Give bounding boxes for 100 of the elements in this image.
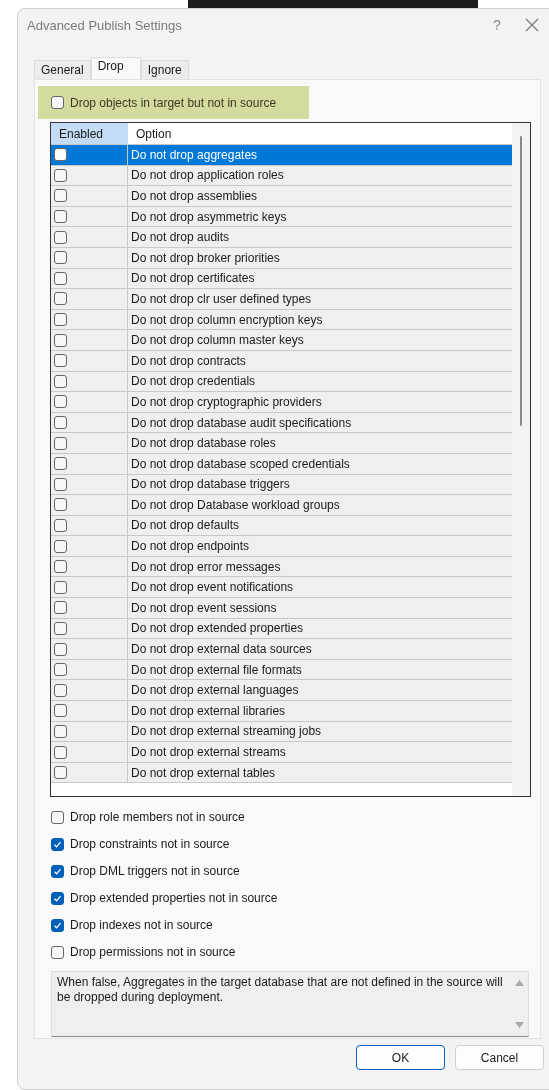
table-row[interactable]: Do not drop database triggers xyxy=(51,474,512,496)
checkbox[interactable] xyxy=(54,683,67,697)
table-row[interactable]: Do not drop application roles xyxy=(51,165,512,187)
table-row[interactable]: Do not drop defaults xyxy=(51,515,512,537)
checkbox[interactable] xyxy=(51,945,64,959)
checkbox[interactable] xyxy=(54,395,67,409)
checkbox[interactable] xyxy=(54,560,67,574)
table-row[interactable]: Do not drop endpoints xyxy=(51,536,512,557)
table-row[interactable]: Do not drop external data sources xyxy=(51,639,512,660)
table-row[interactable]: Do not drop external file formats xyxy=(51,659,512,681)
table-cell-text: Do not drop error messages xyxy=(130,558,282,576)
table-cell-text: Do not drop column master keys xyxy=(130,332,305,350)
checkbox[interactable] xyxy=(54,189,67,203)
checkbox[interactable] xyxy=(54,168,67,182)
table-row[interactable]: Do not drop asymmetric keys xyxy=(51,206,512,228)
table-row[interactable]: Do not drop cryptographic providers xyxy=(51,392,512,413)
table-cell-text: Do not drop external data sources xyxy=(130,641,313,659)
checkbox[interactable] xyxy=(54,621,67,635)
checkbox[interactable] xyxy=(54,642,67,656)
checkbox-label[interactable]: Drop role members not in source xyxy=(70,810,245,824)
checkmark-icon xyxy=(53,920,62,930)
checkbox[interactable] xyxy=(51,96,64,109)
checkbox[interactable] xyxy=(54,292,67,306)
checkmark-icon xyxy=(53,866,62,876)
checkbox-label[interactable]: Drop indexes not in source xyxy=(70,918,213,932)
checkbox[interactable] xyxy=(54,210,67,224)
table-row[interactable]: Do not drop credentials xyxy=(51,371,512,393)
checkbox[interactable] xyxy=(54,539,67,553)
checkbox[interactable] xyxy=(54,416,67,429)
table-cell-text: Do not drop database scoped credentials xyxy=(130,455,351,473)
checkbox[interactable] xyxy=(54,457,67,471)
table-row[interactable]: Do not drop contracts xyxy=(51,350,512,372)
checkbox[interactable] xyxy=(54,230,67,244)
table-row[interactable]: Do not drop database roles xyxy=(51,433,512,454)
table-row[interactable]: Do not drop event notifications xyxy=(51,577,512,599)
tab[interactable]: Drop xyxy=(90,57,141,79)
table-row[interactable]: Do not drop aggregates xyxy=(51,145,512,166)
table-cell-text: Do not drop database audit specifications xyxy=(130,414,353,432)
scrollbar[interactable] xyxy=(512,123,530,796)
checkbox[interactable] xyxy=(54,477,67,491)
dialog-button[interactable]: Cancel xyxy=(455,1045,544,1070)
dialog-button[interactable]: OK xyxy=(356,1045,445,1070)
checkbox[interactable] xyxy=(54,745,67,759)
checkbox[interactable] xyxy=(54,601,67,615)
table-row[interactable]: Do not drop external languages xyxy=(51,680,512,702)
checkbox-label[interactable]: Drop permissions not in source xyxy=(70,945,236,959)
table-row[interactable]: Do not drop extended properties xyxy=(51,618,512,640)
scrollbar-thumb[interactable] xyxy=(520,136,522,426)
table-row[interactable]: Do not drop broker priorities xyxy=(51,247,512,269)
table-row[interactable]: Do not drop audits xyxy=(51,227,512,248)
checkbox[interactable] xyxy=(54,313,67,327)
table-row[interactable]: Do not drop external streaming jobs xyxy=(51,721,512,743)
table-row[interactable]: Do not drop certificates xyxy=(51,268,512,290)
table-row[interactable]: Do not drop external libraries xyxy=(51,701,512,722)
checkbox[interactable] xyxy=(54,663,67,677)
tab[interactable]: Ignore xyxy=(140,60,189,79)
checkbox[interactable] xyxy=(51,891,64,905)
close-icon xyxy=(525,18,539,32)
table-row[interactable]: Do not drop database audit specifications xyxy=(51,412,512,434)
checkbox[interactable] xyxy=(54,333,67,347)
tab[interactable]: General xyxy=(34,60,91,79)
checkbox[interactable] xyxy=(54,724,67,738)
checkbox-label[interactable]: Drop extended properties not in source xyxy=(70,891,278,905)
table-cell-text: Do not drop event sessions xyxy=(130,599,278,617)
checkbox[interactable] xyxy=(54,354,67,368)
checkbox[interactable] xyxy=(51,810,64,824)
table-row[interactable]: Do not drop database scoped credentials xyxy=(51,453,512,475)
table-row[interactable]: Do not drop event sessions xyxy=(51,598,512,619)
table-row[interactable]: Do not drop assemblies xyxy=(51,186,512,207)
table-row[interactable]: Do not drop error messages xyxy=(51,556,512,578)
table-cell-text: Do not drop contracts xyxy=(130,352,247,370)
checkbox-label[interactable]: Drop DML triggers not in source xyxy=(70,864,240,878)
checkbox[interactable] xyxy=(51,918,64,932)
checkbox[interactable] xyxy=(54,374,67,388)
table-row[interactable]: Do not drop clr user defined types xyxy=(51,289,512,310)
checkbox[interactable] xyxy=(51,837,64,851)
table-cell-text: Do not drop Database workload groups xyxy=(130,496,341,514)
checkbox[interactable] xyxy=(54,704,67,718)
checkbox[interactable] xyxy=(54,148,67,162)
checkbox[interactable] xyxy=(54,271,67,285)
checkbox[interactable] xyxy=(54,766,67,780)
checkbox-label[interactable]: Drop objects in target but not in source xyxy=(70,95,277,110)
checkbox[interactable] xyxy=(51,864,64,878)
table-cell-text: Do not drop certificates xyxy=(130,270,256,288)
checkbox[interactable] xyxy=(54,519,67,532)
checkbox[interactable] xyxy=(54,498,67,512)
table-row[interactable]: Do not drop external streams xyxy=(51,742,512,763)
column-header[interactable]: Enabled xyxy=(51,123,128,144)
checkbox-label[interactable]: Drop constraints not in source xyxy=(70,837,230,851)
table-row[interactable]: Do not drop column master keys xyxy=(51,330,512,351)
checkbox[interactable] xyxy=(54,580,67,594)
table-cell-text: Do not drop endpoints xyxy=(130,538,251,556)
checkbox[interactable] xyxy=(54,436,67,450)
description-text: When false, Aggregates in the target database that are not defined in the source will be dropped during deployment. xyxy=(56,974,504,1006)
checkbox[interactable] xyxy=(54,251,67,265)
table-row[interactable]: Do not drop Database workload groups xyxy=(51,495,512,516)
table-row[interactable]: Do not drop column encryption keys xyxy=(51,309,512,331)
table-cell-text: Do not drop credentials xyxy=(130,373,257,391)
table-row[interactable]: Do not drop external tables xyxy=(51,762,512,784)
table-cell-text: Do not drop aggregates xyxy=(130,146,259,164)
